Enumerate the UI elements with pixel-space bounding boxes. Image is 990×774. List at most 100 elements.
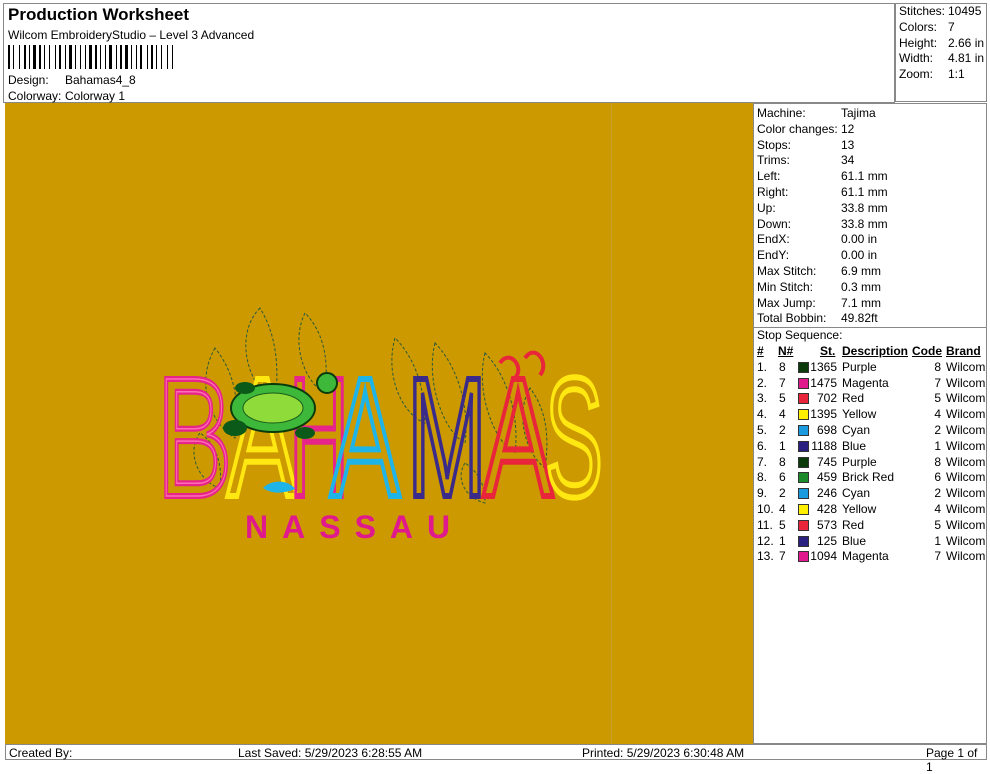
color-swatch: [798, 377, 809, 389]
color-code: 4: [934, 407, 941, 422]
printed-date: Printed: 5/29/2023 6:30:48 AM: [582, 746, 745, 760]
color-swatch: [798, 440, 809, 452]
color-swatch: [798, 424, 809, 436]
summary-label: Height:: [899, 35, 938, 50]
stop-row: 1. 8 1365 Purple 8 Wilcom: [754, 360, 986, 376]
summary-label: Colors:: [899, 19, 938, 34]
info-label: EndY:: [757, 248, 790, 263]
stitch-count: 745: [816, 454, 837, 469]
color-brand: Wilcom: [946, 375, 986, 390]
stop-number: 9.: [757, 486, 768, 501]
design-row: Design:: [8, 73, 49, 87]
barcode-bar: [62, 45, 64, 69]
barcode-bar: [158, 45, 160, 69]
barcode-bar: [85, 45, 86, 69]
barcode-bar: [19, 45, 20, 69]
colorway-row: Colorway:: [8, 89, 61, 103]
barcode-bar: [15, 45, 18, 69]
page-number: Page 1 of 1: [926, 746, 978, 774]
barcode-bar: [113, 45, 115, 69]
machine-info-row: Min Stitch: 0.3 mm: [754, 280, 986, 296]
info-label: Up:: [757, 200, 776, 215]
barcode-bar: [107, 45, 108, 69]
stop-col-header: N#: [778, 343, 794, 358]
letter-m: M: [407, 343, 487, 533]
info-value: 33.8 mm: [841, 216, 888, 231]
barcode-bar: [93, 45, 94, 69]
needle-number: 4: [779, 407, 786, 422]
color-description: Blue: [842, 533, 867, 548]
color-description: Yellow: [842, 407, 877, 422]
machine-info-row: Max Stitch: 6.9 mm: [754, 264, 986, 280]
stop-number: 3.: [757, 391, 768, 406]
color-description: Red: [842, 391, 865, 406]
summary-row: Zoom: 1:1: [896, 67, 986, 83]
barcode-bar: [80, 45, 81, 69]
info-label: Max Jump:: [757, 295, 816, 310]
barcode-bar: [44, 45, 45, 69]
stitch-count: 1188: [811, 438, 837, 453]
stop-row: 8. 6 459 Brick Red 6 Wilcom: [754, 470, 986, 486]
stop-col-header: Brand: [946, 343, 981, 358]
nassau-text: NASSAU: [245, 509, 464, 545]
stop-number: 6.: [757, 438, 768, 453]
needle-number: 2: [779, 422, 786, 437]
barcode-bar: [24, 45, 26, 69]
info-value: 0.3 mm: [841, 279, 882, 294]
color-brand: Wilcom: [946, 470, 986, 485]
stop-table-header: # N# St. Description Code Brand: [754, 344, 986, 360]
info-label: Trims:: [757, 153, 790, 168]
summary-label: Stitches:: [899, 4, 946, 18]
barcode-bar: [100, 45, 101, 69]
color-code: 4: [934, 501, 941, 516]
machine-info-row: EndX: 0.00 in: [754, 232, 986, 248]
info-value: 61.1 mm: [841, 184, 888, 199]
color-swatch: [798, 488, 809, 500]
stitch-count: 459: [816, 470, 837, 485]
colorway-label: Colorway:: [8, 89, 62, 103]
color-code: 2: [934, 422, 941, 437]
summary-value: 2.66 in: [948, 35, 985, 50]
color-description: Red: [842, 517, 865, 532]
color-code: 2: [934, 486, 941, 501]
color-code: 5: [934, 517, 941, 532]
info-value: 49.82ft: [841, 311, 878, 326]
stop-number: 2.: [757, 375, 768, 390]
info-value: Tajima: [841, 106, 876, 120]
barcode-bar: [167, 45, 168, 69]
needle-number: 1: [779, 533, 786, 548]
stop-row: 6. 1 1188 Blue 1 Wilcom: [754, 439, 986, 455]
stop-sequence: Stop Sequence: # N# St. Description Code Bran…: [754, 327, 986, 565]
color-code: 7: [934, 375, 941, 390]
info-label: Right:: [757, 184, 789, 199]
color-brand: Wilcom: [946, 533, 986, 548]
info-value: 0.00 in: [841, 248, 878, 263]
barcode-bar: [42, 45, 43, 69]
barcode-bar: [156, 45, 157, 69]
info-value: 12: [841, 121, 855, 136]
info-panel: Machine: Tajima Color changes: 12 Stops: 13 Tr…: [753, 103, 987, 744]
barcode-bar: [95, 45, 97, 69]
barcode-bar: [73, 45, 74, 69]
barcode-bar: [11, 45, 12, 69]
summary-value: 1:1: [948, 67, 965, 82]
info-label: Max Stitch:: [757, 263, 817, 278]
stop-number: 13.: [757, 549, 774, 564]
barcode-bar: [82, 45, 84, 69]
info-label: Total Bobbin:: [757, 311, 827, 326]
color-description: Magenta: [842, 549, 889, 564]
barcode-bar: [46, 45, 48, 69]
software-name: Wilcom EmbroideryStudio – Level 3 Advanc…: [8, 28, 255, 42]
color-description: Blue: [842, 438, 867, 453]
barcode-bar: [161, 45, 162, 69]
color-swatch: [798, 519, 809, 531]
info-label: Down:: [757, 216, 792, 231]
summary-label: Width:: [899, 51, 934, 66]
info-value: 33.8 mm: [841, 200, 888, 215]
machine-info-row: EndY: 0.00 in: [754, 248, 986, 264]
barcode-bar: [13, 45, 14, 69]
stop-number: 8.: [757, 470, 768, 485]
barcode-bar: [116, 45, 117, 69]
stop-number: 7.: [757, 454, 768, 469]
stop-row: 10. 4 428 Yellow 4 Wilcom: [754, 502, 986, 518]
